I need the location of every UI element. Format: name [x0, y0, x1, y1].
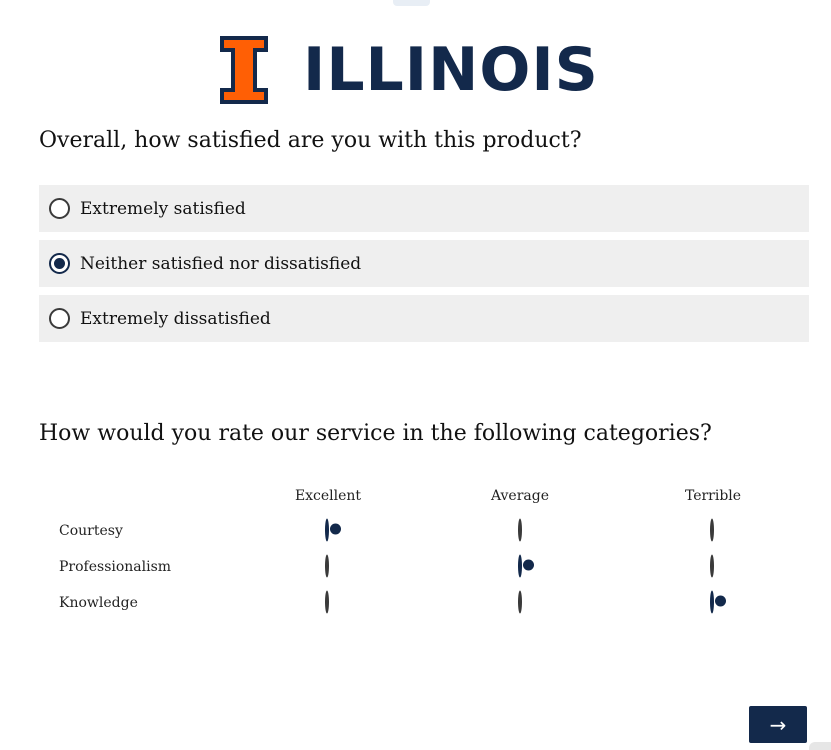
radio-button[interactable] [325, 554, 329, 578]
rating-matrix: Excellent Average Terrible Courtesy Prof… [39, 480, 809, 620]
column-header-terrible: Terrible [684, 488, 742, 504]
logo-wordmark: ILLINOIS [303, 35, 599, 105]
question-2-title: How would you rate our service in the fo… [39, 421, 712, 446]
courtesy-excellent-radio[interactable] [325, 518, 329, 542]
arrow-right-icon: → [769, 712, 787, 737]
block-i-icon [220, 36, 268, 104]
next-button[interactable]: → [749, 706, 807, 743]
choice-label: Neither satisfied nor dissatisfied [80, 253, 362, 274]
courtesy-average-radio[interactable] [518, 518, 522, 542]
radio-button-selected[interactable] [49, 253, 70, 274]
knowledge-terrible-radio[interactable] [710, 590, 714, 614]
choice-neither[interactable]: Neither satisfied nor dissatisfied [39, 240, 809, 287]
knowledge-average-radio[interactable] [518, 590, 522, 614]
radio-button[interactable] [518, 590, 522, 614]
row-label-courtesy: Courtesy [59, 523, 123, 539]
courtesy-terrible-radio[interactable] [710, 518, 714, 542]
choice-extremely-satisfied[interactable]: Extremely satisfied [39, 185, 809, 232]
radio-button-selected[interactable] [710, 590, 714, 614]
choice-label: Extremely satisfied [80, 198, 246, 219]
radio-button[interactable] [710, 554, 714, 578]
professionalism-excellent-radio[interactable] [325, 554, 329, 578]
illinois-logo: ILLINOIS [219, 35, 599, 105]
knowledge-excellent-radio[interactable] [325, 590, 329, 614]
question-1-title: Overall, how satisfied are you with this… [39, 128, 582, 153]
column-header-excellent: Excellent [294, 488, 362, 504]
radio-button[interactable] [518, 518, 522, 542]
row-label-knowledge: Knowledge [59, 595, 138, 611]
row-label-professionalism: Professionalism [59, 559, 172, 575]
professionalism-average-radio[interactable] [518, 554, 522, 578]
choice-label: Extremely dissatisfied [80, 308, 271, 329]
column-header-average: Average [490, 488, 550, 504]
top-tab-indicator [393, 0, 430, 6]
radio-button[interactable] [49, 308, 70, 329]
radio-button-selected[interactable] [518, 554, 522, 578]
resize-corner [809, 742, 831, 750]
radio-button[interactable] [710, 518, 714, 542]
professionalism-terrible-radio[interactable] [710, 554, 714, 578]
radio-button-selected[interactable] [325, 518, 329, 542]
radio-button[interactable] [325, 590, 329, 614]
radio-button[interactable] [49, 198, 70, 219]
choice-extremely-dissatisfied[interactable]: Extremely dissatisfied [39, 295, 809, 342]
